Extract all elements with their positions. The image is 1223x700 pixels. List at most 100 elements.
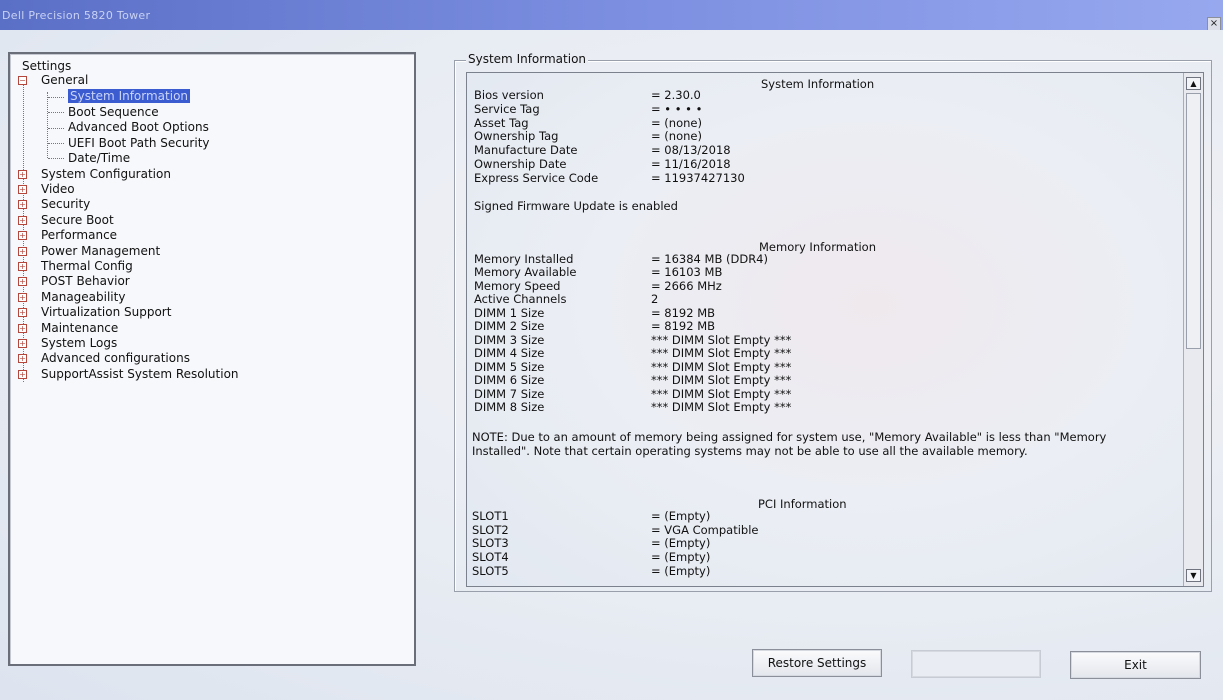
tree-node-general[interactable]: − General: [18, 73, 88, 88]
expand-icon[interactable]: +: [18, 200, 27, 209]
expand-icon[interactable]: +: [18, 277, 27, 286]
tree-node-security[interactable]: + Security: [18, 197, 90, 212]
section-heading-pci: PCI Information: [758, 497, 847, 511]
row-value: = (Empty): [651, 550, 711, 564]
expand-icon[interactable]: +: [18, 247, 27, 256]
tree-node-label: Maintenance: [41, 321, 119, 335]
tree-node-label: POST Behavior: [41, 274, 130, 288]
vertical-scrollbar[interactable]: ▲ ▼: [1183, 73, 1203, 586]
row-value: = 08/13/2018: [651, 143, 731, 157]
tree-node-advanced-configurations[interactable]: + Advanced configurations: [18, 351, 190, 366]
row-value: *** DIMM Slot Empty ***: [651, 373, 792, 387]
tree-node-maintenance[interactable]: + Maintenance: [18, 321, 118, 336]
window-title: Dell Precision 5820 Tower: [2, 9, 151, 22]
row-value: = 11/16/2018: [651, 157, 731, 171]
tree-node-performance[interactable]: + Performance: [18, 228, 117, 243]
expand-icon[interactable]: +: [18, 170, 27, 179]
scroll-up-icon[interactable]: ▲: [1186, 77, 1201, 90]
tree-node-advanced-boot-options[interactable]: Advanced Boot Options: [68, 120, 209, 135]
tree-node-secure-boot[interactable]: + Secure Boot: [18, 213, 114, 228]
row-value: = (none): [651, 129, 702, 143]
row-value: *** DIMM Slot Empty ***: [651, 346, 792, 360]
row-value: = 2666 MHz: [651, 279, 722, 293]
firmware-status: Signed Firmware Update is enabled: [474, 199, 678, 213]
tree-node-label: Manageability: [41, 290, 126, 304]
tree-node-thermal-config[interactable]: + Thermal Config: [18, 259, 133, 274]
expand-icon[interactable]: +: [18, 216, 27, 225]
scroll-down-icon[interactable]: ▼: [1186, 569, 1201, 582]
row-label: Ownership Tag: [474, 129, 559, 143]
scroll-thumb[interactable]: [1186, 93, 1201, 349]
expand-icon[interactable]: +: [18, 354, 27, 363]
expand-icon[interactable]: +: [18, 185, 27, 194]
tree-node-label: Thermal Config: [41, 259, 133, 273]
tree-node-label: System Configuration: [41, 167, 171, 181]
settings-tree[interactable]: Settings − General System Information Boo…: [8, 52, 416, 666]
row-label: DIMM 8 Size: [474, 400, 545, 414]
tree-connector: [48, 158, 64, 159]
tree-root-settings[interactable]: Settings: [22, 59, 71, 73]
tree-node-label: Security: [41, 197, 91, 211]
tree-node-video[interactable]: + Video: [18, 182, 75, 197]
row-label: Express Service Code: [474, 171, 599, 185]
tree-node-label: General: [41, 73, 89, 87]
tree-node-system-logs[interactable]: + System Logs: [18, 336, 117, 351]
tree-node-label: System Logs: [41, 336, 118, 350]
row-value: = 16103 MB: [651, 265, 723, 279]
row-value: = 8192 MB: [651, 319, 716, 333]
tree-node-label: Virtualization Support: [41, 305, 172, 319]
row-value: = 11937427130: [651, 171, 745, 185]
row-label: DIMM 4 Size: [474, 346, 545, 360]
tree-connector: [48, 143, 64, 144]
expand-icon[interactable]: +: [18, 339, 27, 348]
tree-node-supportassist-system-resolution[interactable]: + SupportAssist System Resolution: [18, 367, 239, 382]
tree-node-post-behavior[interactable]: + POST Behavior: [18, 274, 130, 289]
row-label: Bios version: [474, 88, 544, 102]
tree-node-date-time[interactable]: Date/Time: [68, 151, 130, 166]
tree-node-manageability[interactable]: + Manageability: [18, 290, 125, 305]
tree-node-label: Performance: [41, 228, 118, 242]
expand-icon[interactable]: +: [18, 293, 27, 302]
row-label: Manufacture Date: [474, 143, 578, 157]
row-label: Ownership Date: [474, 157, 567, 171]
expand-icon[interactable]: +: [18, 370, 27, 379]
tree-connector: [48, 97, 64, 98]
expand-icon[interactable]: +: [18, 231, 27, 240]
apply-button[interactable]: [911, 650, 1041, 678]
tree-node-label: Video: [41, 182, 75, 196]
tree-node-label: Secure Boot: [41, 213, 114, 227]
tree-node-uefi-boot-path-security[interactable]: UEFI Boot Path Security: [68, 136, 210, 151]
expand-icon[interactable]: +: [18, 308, 27, 317]
tree-connector: [47, 92, 48, 158]
exit-button[interactable]: Exit: [1070, 651, 1201, 679]
expand-icon[interactable]: +: [18, 262, 27, 271]
tree-node-system-information[interactable]: System Information: [68, 89, 191, 104]
expand-icon[interactable]: +: [18, 324, 27, 333]
row-value: 2: [651, 292, 659, 306]
row-label: SLOT3: [472, 536, 509, 550]
tree-node-label: Advanced configurations: [41, 351, 190, 365]
row-label: DIMM 2 Size: [474, 319, 545, 333]
collapse-icon[interactable]: −: [18, 76, 27, 85]
row-value: *** DIMM Slot Empty ***: [651, 400, 792, 414]
title-bar: Dell Precision 5820 Tower ×: [0, 0, 1223, 31]
row-label: DIMM 6 Size: [474, 373, 545, 387]
row-value: = 2.30.0: [651, 88, 701, 102]
tree-node-label: System Information: [68, 89, 191, 103]
memory-note: NOTE: Due to an amount of memory being a…: [472, 430, 1107, 458]
row-value: = (Empty): [651, 564, 711, 578]
tree-node-boot-sequence[interactable]: Boot Sequence: [68, 105, 159, 120]
tree-node-virtualization-support[interactable]: + Virtualization Support: [18, 305, 171, 320]
row-label: Service Tag: [474, 102, 540, 116]
row-label: SLOT1: [472, 509, 509, 523]
tree-node-power-management[interactable]: + Power Management: [18, 244, 160, 259]
close-icon[interactable]: ×: [1207, 17, 1221, 31]
row-label: Active Channels: [474, 292, 567, 306]
tree-node-label: SupportAssist System Resolution: [41, 367, 239, 381]
system-information-content[interactable]: System Information Bios version = 2.30.0…: [466, 72, 1204, 587]
tree-connector: [48, 112, 64, 113]
section-heading-system: System Information: [761, 77, 875, 91]
tree-node-system-configuration[interactable]: + System Configuration: [18, 167, 171, 182]
row-label: SLOT5: [472, 564, 509, 578]
restore-settings-button[interactable]: Restore Settings: [752, 649, 882, 677]
